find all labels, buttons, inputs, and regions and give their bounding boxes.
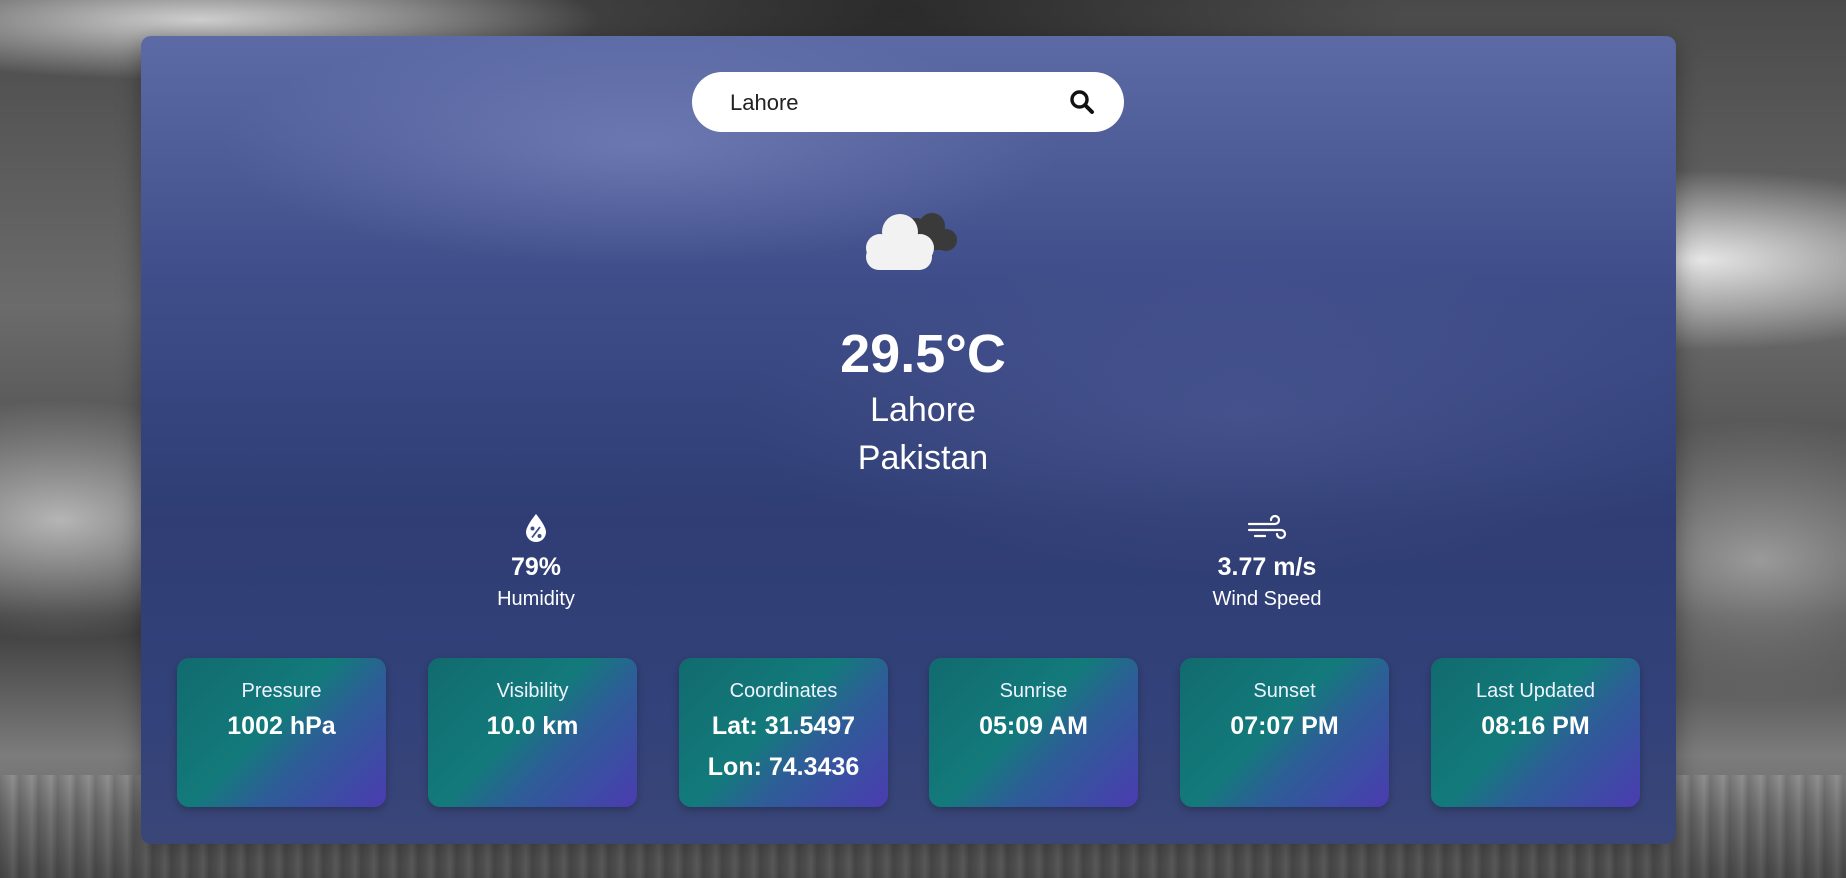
latitude-value: Lat: 31.5497	[711, 712, 856, 740]
pressure-card: Pressure 1002 hPa	[177, 658, 386, 807]
humidity-stat: 79% Humidity	[436, 510, 636, 614]
sunrise-value: 05:09 AM	[979, 712, 1088, 740]
last-updated-card: Last Updated 08:16 PM	[1431, 658, 1640, 807]
coordinates-card: Coordinates Lat: 31.5497 Lon: 74.3436	[679, 658, 888, 807]
cloudy-icon	[866, 213, 957, 270]
humidity-value: 79%	[510, 553, 562, 581]
wind-label: Wind Speed	[1212, 588, 1322, 610]
humidity-drop-icon	[526, 514, 546, 542]
sunrise-card: Sunrise 05:09 AM	[929, 658, 1138, 807]
country-name: Pakistan	[857, 439, 989, 477]
temperature: 29.5°C	[840, 324, 1006, 384]
visibility-value: 10.0 km	[486, 712, 579, 740]
humidity-label: Humidity	[497, 588, 575, 610]
coordinates-title: Coordinates	[729, 680, 838, 702]
search-input[interactable]	[728, 86, 1052, 120]
city-name: Lahore	[870, 391, 976, 429]
visibility-card: Visibility 10.0 km	[428, 658, 637, 807]
search-bar	[692, 72, 1124, 132]
sunset-title: Sunset	[1253, 680, 1316, 702]
last-updated-title: Last Updated	[1476, 680, 1595, 702]
wind-icon	[1247, 515, 1287, 540]
last-updated-value: 08:16 PM	[1481, 712, 1590, 740]
wind-value: 3.77 m/s	[1217, 553, 1317, 581]
search-button[interactable]	[1062, 84, 1102, 120]
pressure-value: 1002 hPa	[227, 712, 336, 740]
longitude-value: Lon: 74.3436	[707, 753, 860, 781]
visibility-title: Visibility	[496, 680, 569, 702]
pressure-title: Pressure	[241, 680, 322, 702]
search-icon	[1070, 90, 1094, 114]
wind-stat: 3.77 m/s Wind Speed	[1167, 510, 1367, 614]
sunset-value: 07:07 PM	[1230, 712, 1339, 740]
sunset-card: Sunset 07:07 PM	[1180, 658, 1389, 807]
sunrise-title: Sunrise	[999, 680, 1068, 702]
